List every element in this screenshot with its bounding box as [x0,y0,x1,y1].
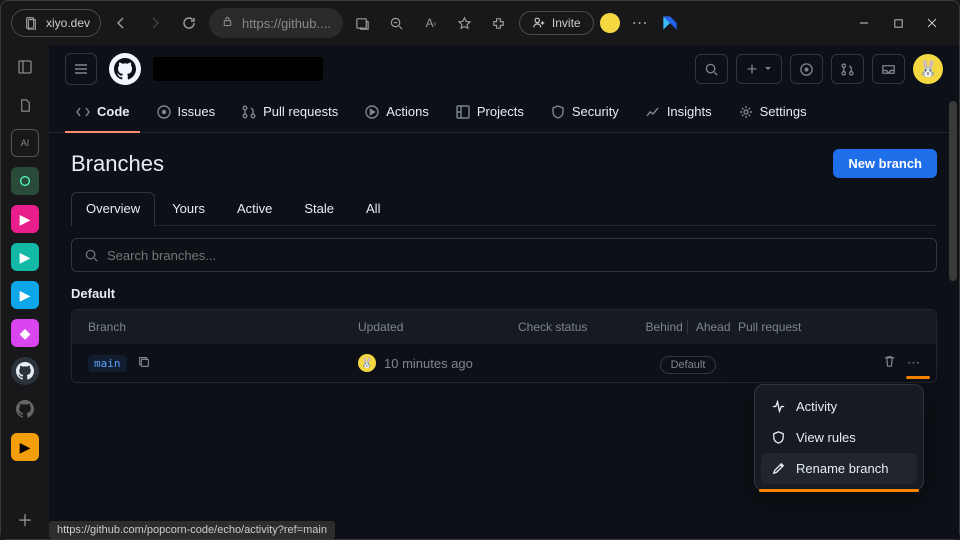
tab-all[interactable]: All [351,192,395,225]
status-bar-url: https://github.com/popcorn-code/echo/act… [49,521,335,539]
page-main: 🐰 Code Issues Pull requests Actions Proj… [49,45,959,539]
more-icon[interactable]: ⋯ [626,9,654,37]
extensions-icon[interactable] [485,9,513,37]
invite-label: Invite [552,16,581,30]
menu-activity[interactable]: Activity [761,391,917,422]
default-badge: Default [660,356,717,374]
github-logo[interactable] [109,53,141,85]
text-size-icon[interactable]: A› [417,9,445,37]
browser-sidebar: AI ▶ ▶ ▶ ◆ ▶ [1,45,49,539]
forward-button [141,9,169,37]
tab-pull-requests[interactable]: Pull requests [231,93,348,133]
highlight-underline-kebab [906,376,930,379]
reload-button[interactable] [175,9,203,37]
sidebar-app-4[interactable]: ◆ [11,319,39,347]
branch-search[interactable] [71,238,937,272]
highlight-underline-rename [759,489,919,492]
new-branch-button[interactable]: New branch [833,149,937,178]
invite-button[interactable]: Invite [519,11,594,35]
tab-stale[interactable]: Stale [289,192,349,225]
repo-tabs: Code Issues Pull requests Actions Projec… [49,93,959,133]
copilot-icon[interactable] [660,13,680,33]
branches-table: Branch Updated Check status BehindAhead … [71,309,937,383]
copy-icon[interactable] [137,355,151,372]
favorite-icon[interactable] [451,9,479,37]
url-bar[interactable]: https://github.... [209,8,343,38]
section-default-label: Default [71,286,937,301]
url-text: https://github.... [242,16,331,31]
tab-pill[interactable]: xiyo.dev [11,9,101,37]
user-avatar[interactable]: 🐰 [913,54,943,84]
minimize-button[interactable] [857,16,871,30]
search-button[interactable] [695,54,728,84]
col-updated: Updated [358,320,518,334]
tab-security[interactable]: Security [540,93,629,133]
tab-overview[interactable]: Overview [71,192,155,226]
menu-rename-branch[interactable]: Rename branch [761,453,917,484]
repo-name-redacted [153,57,323,81]
sidebar-ai-icon[interactable]: AI [11,129,39,157]
sidebar-app-3[interactable]: ▶ [11,281,39,309]
sidebar-github-alt[interactable] [11,395,39,423]
add-sidebar-button[interactable]: ＋ [17,507,33,531]
zoom-out-icon[interactable] [383,9,411,37]
branch-name-tag[interactable]: main [88,355,127,372]
scrollbar[interactable] [949,101,957,281]
sidebar-chat-icon[interactable] [11,167,39,195]
search-icon [84,248,99,263]
table-header: Branch Updated Check status BehindAhead … [72,310,936,344]
sidebar-tabs-icon[interactable] [11,53,39,81]
sidebar-app-5[interactable]: ▶ [11,433,39,461]
github-header: 🐰 [49,45,959,93]
browser-titlebar: xiyo.dev https://github.... A› Invite ⋯ [1,1,959,45]
commit-avatar[interactable]: 🐰 [358,354,376,372]
sidebar-file-icon[interactable] [11,91,39,119]
page-title: Branches [71,151,164,177]
create-new-button[interactable] [736,54,782,84]
browser-avatar[interactable] [600,13,620,33]
tab-actions[interactable]: Actions [354,93,439,133]
issues-button[interactable] [790,54,823,84]
col-check: Check status [518,320,638,334]
pencil-icon [771,461,786,476]
inbox-button[interactable] [872,54,905,84]
tab-active[interactable]: Active [222,192,287,225]
new-tab-icon[interactable] [349,9,377,37]
updated-text: 10 minutes ago [384,356,473,371]
close-button[interactable] [925,16,939,30]
sidebar-github-active[interactable] [11,357,39,385]
site-icon [22,14,40,32]
table-row: main 🐰 10 minutes ago Default ⋯ [72,344,936,382]
menu-button[interactable] [65,53,97,85]
menu-view-rules[interactable]: View rules [761,422,917,453]
tab-projects[interactable]: Projects [445,93,534,133]
col-branch: Branch [88,320,358,334]
tab-issues[interactable]: Issues [146,93,226,133]
shield-icon [771,430,786,445]
tab-settings[interactable]: Settings [728,93,817,133]
branch-search-input[interactable] [107,248,924,263]
maximize-button[interactable] [891,16,905,30]
sidebar-app-1[interactable]: ▶ [11,205,39,233]
col-pr: Pull request [738,320,870,334]
tab-title: xiyo.dev [46,16,90,30]
branch-kebab-icon[interactable]: ⋯ [907,355,920,371]
activity-icon [771,399,786,414]
tab-yours[interactable]: Yours [157,192,220,225]
back-button[interactable] [107,9,135,37]
sidebar-app-2[interactable]: ▶ [11,243,39,271]
pullrequests-button[interactable] [831,54,864,84]
branch-context-menu: Activity View rules Rename branch [754,384,924,491]
col-behind-ahead: BehindAhead [638,320,738,334]
delete-branch-icon[interactable] [882,354,897,372]
tab-code[interactable]: Code [65,93,140,133]
lock-icon [221,15,234,31]
tab-insights[interactable]: Insights [635,93,722,133]
branch-filter-tabs: Overview Yours Active Stale All [71,192,937,226]
